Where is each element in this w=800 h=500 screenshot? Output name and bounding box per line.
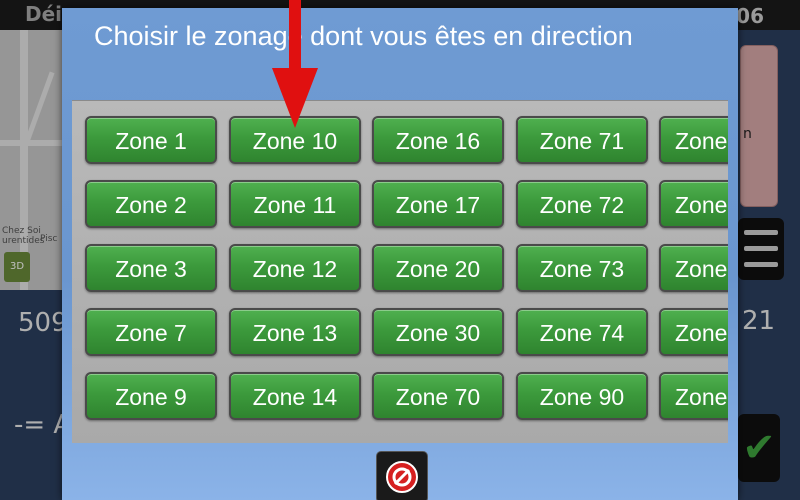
zone-button[interactable]: Zone 71 (516, 116, 648, 164)
cancel-button[interactable] (376, 451, 428, 500)
zone-button[interactable]: Zone (659, 244, 728, 292)
zone-button[interactable]: Zone (659, 180, 728, 228)
zone-button[interactable]: Zone 74 (516, 308, 648, 356)
zone-selection-dialog: Choisir le zonage dont vous êtes en dire… (62, 8, 738, 500)
zone-button[interactable]: Zone 9 (85, 372, 217, 420)
zone-button[interactable]: Zone 1 (85, 116, 217, 164)
zone-button[interactable]: Zone (659, 308, 728, 356)
zone-button[interactable]: Zone 13 (229, 308, 361, 356)
zone-button[interactable]: Zone (659, 372, 728, 420)
zone-button[interactable]: Zone 17 (372, 180, 504, 228)
zone-button[interactable]: Zone 73 (516, 244, 648, 292)
down-arrow-annotation (272, 0, 318, 128)
zone-button[interactable]: Zone 72 (516, 180, 648, 228)
zone-button[interactable]: Zone 20 (372, 244, 504, 292)
zone-button[interactable]: Zone 7 (85, 308, 217, 356)
zone-button[interactable]: Zone 90 (516, 372, 648, 420)
zone-button[interactable]: Zone (659, 116, 728, 164)
cancel-circle-icon (386, 461, 418, 493)
zone-button[interactable]: Zone 11 (229, 180, 361, 228)
dialog-title: Choisir le zonage dont vous êtes en dire… (94, 21, 633, 51)
zone-grid[interactable]: Zone 1 Zone 10 Zone 16 Zone 71 Zone Zone… (72, 100, 728, 443)
zone-button[interactable]: Zone 14 (229, 372, 361, 420)
zone-button[interactable]: Zone 16 (372, 116, 504, 164)
zone-button[interactable]: Zone 12 (229, 244, 361, 292)
zone-button[interactable]: Zone 3 (85, 244, 217, 292)
zone-button[interactable]: Zone 2 (85, 180, 217, 228)
zone-button[interactable]: Zone 30 (372, 308, 504, 356)
zone-button[interactable]: Zone 70 (372, 372, 504, 420)
